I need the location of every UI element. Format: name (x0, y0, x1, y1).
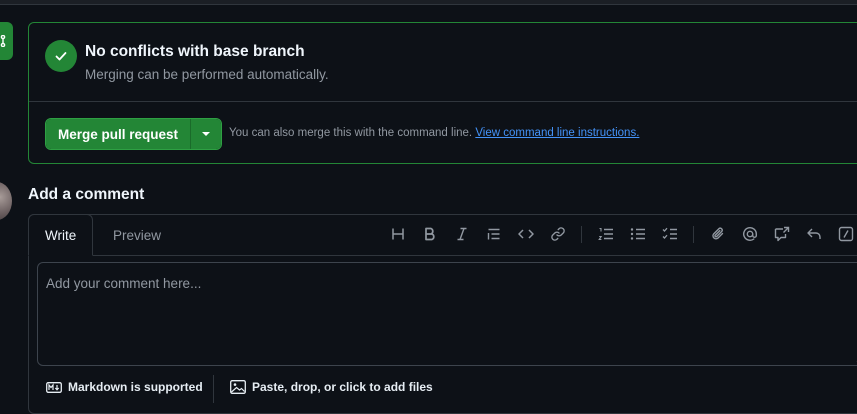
merge-status-section: No conflicts with base branch Merging ca… (29, 23, 857, 102)
avatar[interactable] (0, 182, 12, 220)
tab-write[interactable]: Write (28, 214, 94, 256)
numbered-list-icon[interactable] (597, 225, 615, 243)
markdown-icon (46, 381, 62, 393)
comment-editor: Write Preview Add your comment here... M… (28, 214, 857, 414)
mention-icon[interactable] (741, 225, 759, 243)
top-divider (0, 0, 857, 5)
merge-actions-section: Merge pull request You can also merge th… (29, 101, 857, 164)
command-line-note: You can also merge this with the command… (229, 127, 639, 139)
italic-icon[interactable] (453, 225, 471, 243)
markdown-help-link[interactable]: Markdown is supported (46, 380, 203, 394)
comment-textarea[interactable]: Add your comment here... (37, 262, 857, 366)
task-list-icon[interactable] (661, 225, 679, 243)
tab-preview[interactable]: Preview (97, 215, 177, 255)
attach-label: Paste, drop, or click to add files (252, 380, 433, 394)
merge-status-title: No conflicts with base branch (85, 43, 305, 60)
merge-pull-request-button[interactable]: Merge pull request (46, 119, 192, 149)
reply-icon[interactable] (805, 225, 823, 243)
merge-box: No conflicts with base branch Merging ca… (28, 22, 857, 164)
editor-tab-bar: Write Preview (28, 214, 857, 256)
add-comment-heading: Add a comment (28, 186, 145, 203)
command-line-note-text: You can also merge this with the command… (229, 127, 476, 139)
markdown-label: Markdown is supported (68, 380, 203, 394)
toolbar-divider (693, 226, 694, 243)
link-icon[interactable] (549, 225, 567, 243)
merge-button-group: Merge pull request (45, 118, 223, 150)
timeline-merge-badge (0, 22, 13, 60)
merge-status-subtitle: Merging can be performed automatically. (85, 67, 329, 82)
code-icon[interactable] (517, 225, 535, 243)
command-line-instructions-link[interactable]: View command line instructions. (475, 127, 639, 139)
triangle-down-icon (202, 132, 211, 136)
git-merge-icon (0, 35, 6, 47)
quote-icon[interactable] (485, 225, 503, 243)
toolbar-divider (581, 226, 582, 243)
reference-icon[interactable] (773, 225, 791, 243)
add-files-button[interactable]: Paste, drop, or click to add files (230, 380, 433, 394)
attach-icon[interactable] (709, 225, 727, 243)
check-circle-icon (45, 40, 77, 72)
unordered-list-icon[interactable] (629, 225, 647, 243)
merge-method-dropdown-button[interactable] (191, 119, 222, 149)
editor-footer: Markdown is supported Paste, drop, or cl… (29, 370, 857, 406)
slash-command-icon[interactable] (837, 225, 855, 243)
bold-icon[interactable] (421, 225, 439, 243)
image-icon (230, 380, 246, 394)
footer-divider (213, 375, 214, 403)
heading-icon[interactable] (389, 225, 407, 243)
comment-placeholder: Add your comment here... (46, 276, 202, 291)
